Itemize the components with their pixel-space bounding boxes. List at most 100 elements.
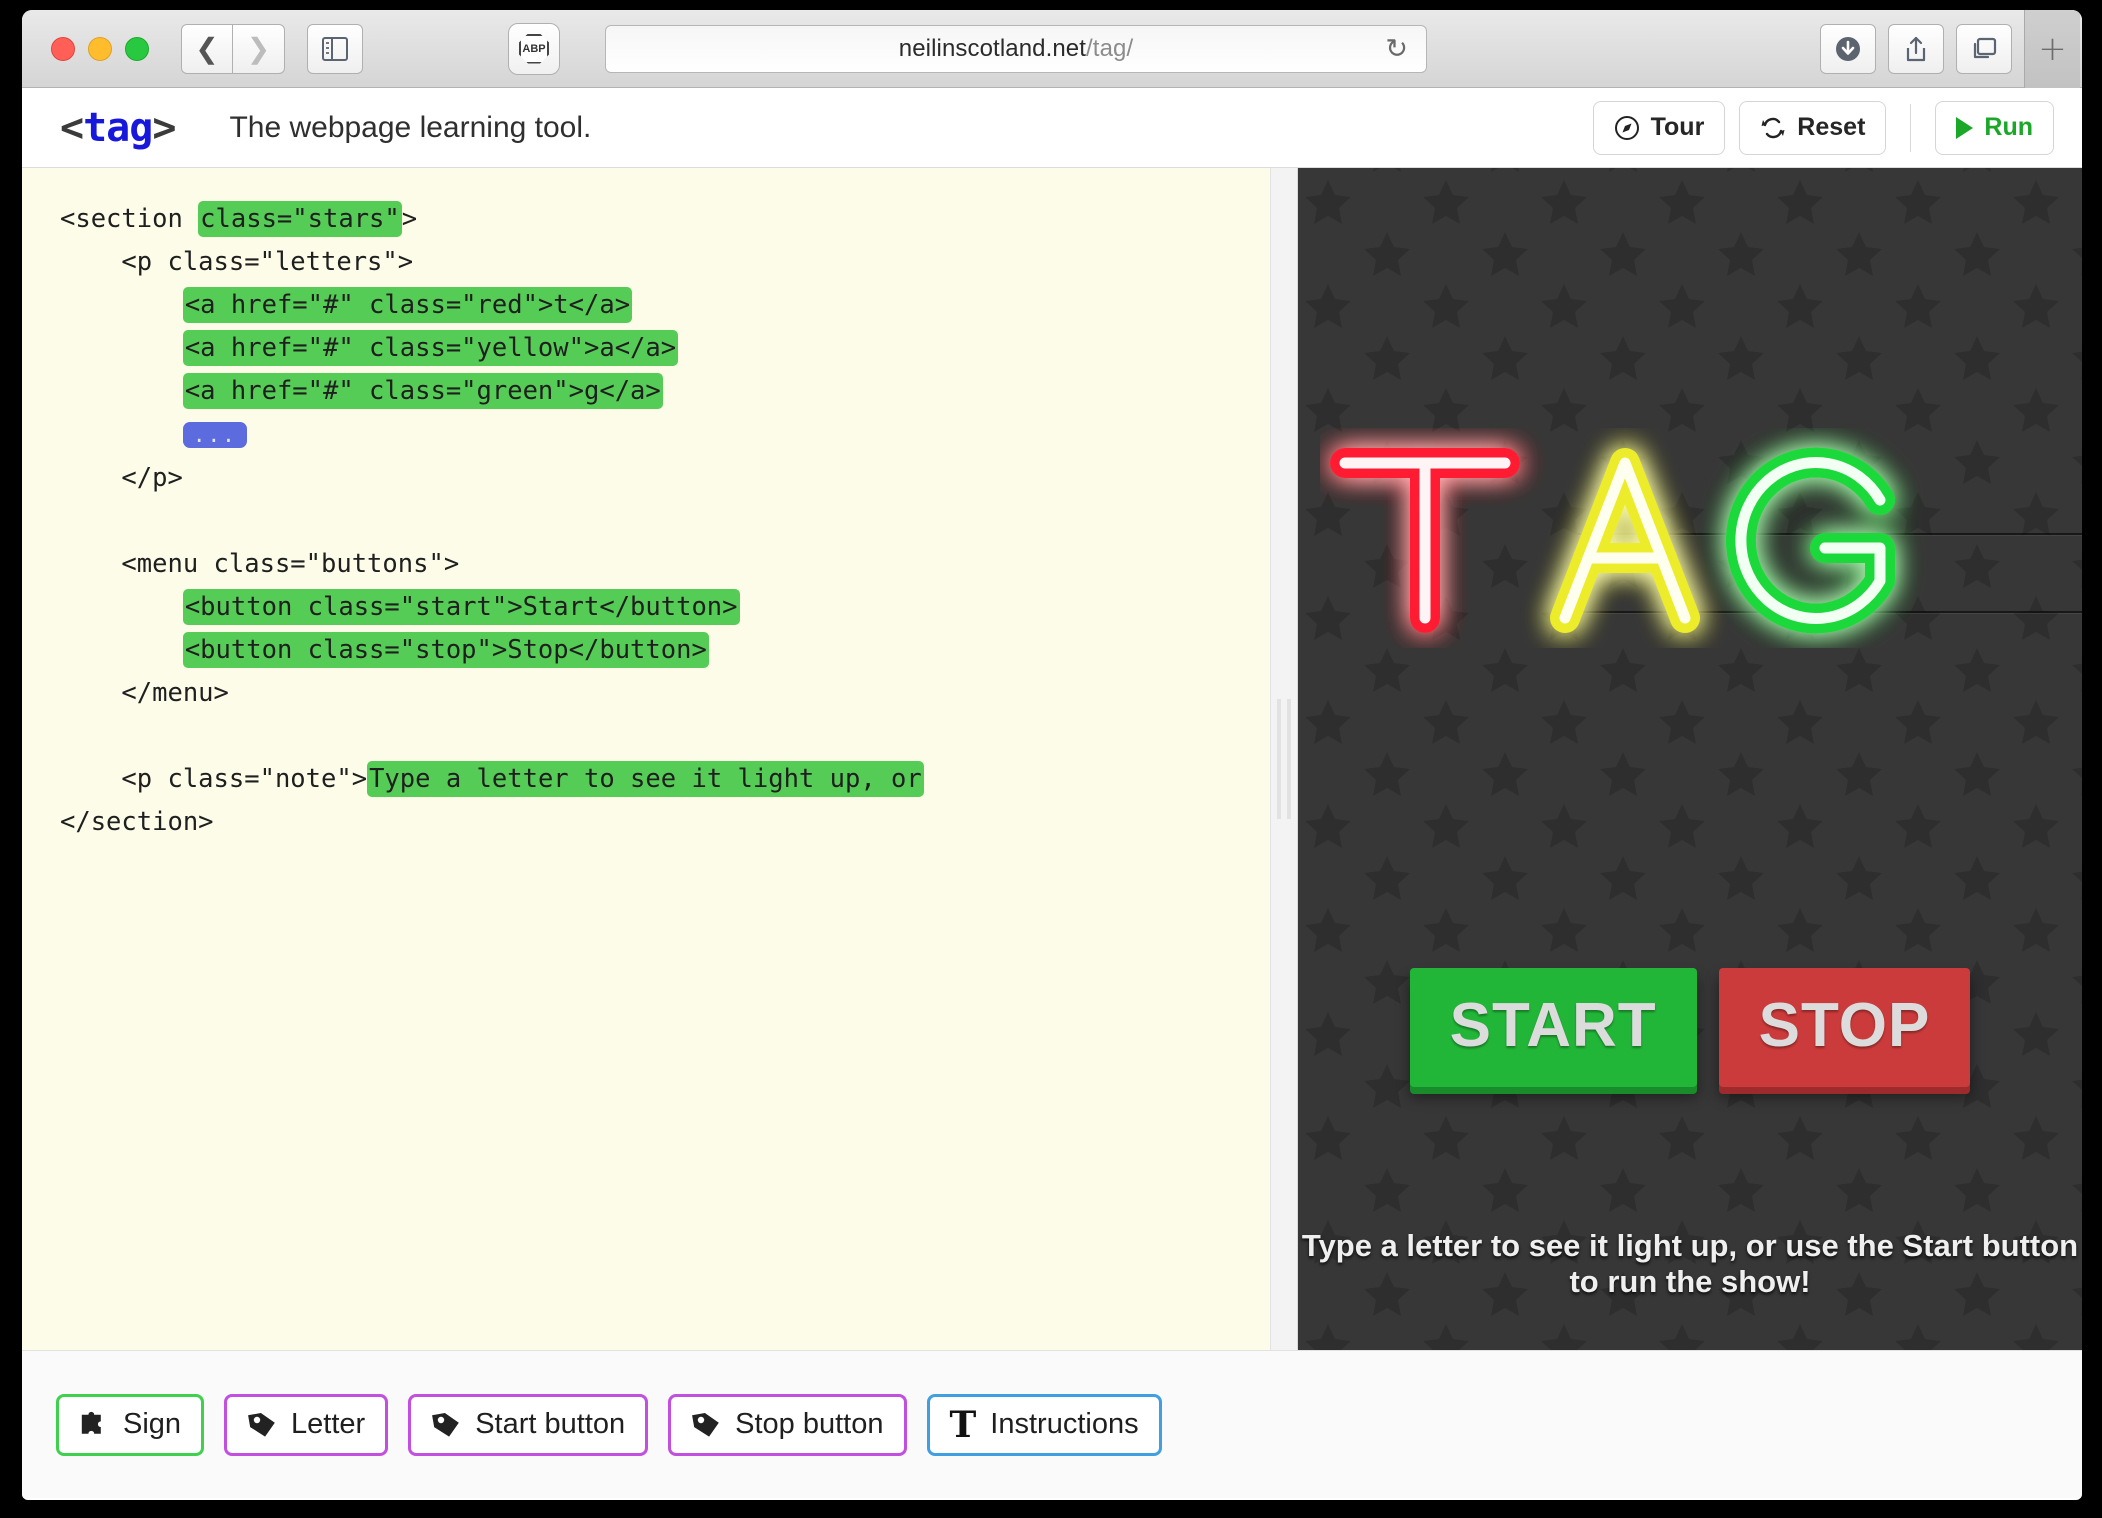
reload-icon[interactable]: ↻ <box>1385 33 1408 64</box>
puzzle-piece-icon <box>79 1410 109 1440</box>
refresh-icon <box>1760 115 1786 141</box>
text-type-icon: T <box>950 1407 977 1443</box>
tag-icon <box>691 1410 721 1440</box>
element-chip-start-button[interactable]: Start button <box>408 1394 648 1456</box>
stop-button[interactable]: STOP <box>1719 968 1971 1087</box>
collapsed-content-badge[interactable]: ... <box>183 422 247 448</box>
run-label: Run <box>1984 113 2033 142</box>
neon-letter-a <box>1565 463 1685 618</box>
element-chip-instructions[interactable]: T Instructions <box>927 1394 1162 1456</box>
header-actions: Tour Reset Run <box>1593 101 2054 155</box>
browser-titlebar: ❮ ❯ ABP neilinscotland.net/tag/ ↻ <box>22 10 2082 88</box>
window-controls <box>51 37 149 61</box>
code-highlight-token[interactable]: <a href="#" class="green">g</a> <box>183 373 663 409</box>
element-chip-label: Instructions <box>990 1408 1138 1441</box>
code-line[interactable]: <section class="stars"> <box>60 198 1270 241</box>
preview-button-row: START STOP <box>1298 968 2082 1087</box>
tag-icon <box>247 1410 277 1440</box>
panel-splitter[interactable] <box>1270 168 1298 1350</box>
element-chip-label: Start button <box>475 1408 625 1441</box>
close-window-button[interactable] <box>51 37 75 61</box>
new-tab-button[interactable]: + <box>2024 10 2080 88</box>
forward-button[interactable]: ❯ <box>233 24 285 74</box>
logo-name: tag <box>83 105 152 151</box>
sidebar-toggle-button[interactable] <box>307 24 363 74</box>
tab-overview-icon <box>1970 36 1998 62</box>
logo-open-bracket: < <box>60 105 83 151</box>
element-chip-label: Stop button <box>735 1408 883 1441</box>
element-chip-sign[interactable]: Sign <box>56 1394 204 1456</box>
code-line[interactable]: <button class="stop">Stop</button> <box>60 629 1270 672</box>
workspace-split: <section class="stars"> <p class="letter… <box>22 168 2082 1350</box>
code-highlight-token[interactable]: <a href="#" class="red">t</a> <box>183 287 632 323</box>
code-text: <p class="note"> <box>121 764 367 794</box>
code-line[interactable]: <menu class="buttons"> <box>60 543 1270 586</box>
adblock-button[interactable]: ABP <box>508 23 560 75</box>
browser-right-tools: + <box>1820 10 2082 88</box>
code-editor[interactable]: <section class="stars"> <p class="letter… <box>22 168 1270 1350</box>
code-line[interactable]: <button class="start">Start</button> <box>60 586 1270 629</box>
splitter-grip <box>1277 699 1291 819</box>
code-line[interactable]: <a href="#" class="green">g</a> <box>60 370 1270 413</box>
downloads-button[interactable] <box>1820 24 1876 74</box>
code-text: > <box>402 204 417 234</box>
maximize-window-button[interactable] <box>125 37 149 61</box>
star-background <box>1298 168 2082 1350</box>
share-icon <box>1903 35 1929 63</box>
code-line[interactable] <box>60 715 1270 758</box>
app-tagline: The webpage learning tool. <box>229 111 591 145</box>
tour-button[interactable]: Tour <box>1593 101 1726 155</box>
element-chip-label: Sign <box>123 1408 181 1441</box>
element-chip-letter[interactable]: Letter <box>224 1394 388 1456</box>
tag-icon <box>431 1410 461 1440</box>
code-highlight-token[interactable]: <button class="stop">Stop</button> <box>183 632 709 668</box>
reset-button[interactable]: Reset <box>1739 101 1886 155</box>
code-highlight-token[interactable]: class="stars" <box>198 201 402 237</box>
app-logo[interactable]: <tag> <box>60 105 175 151</box>
code-highlight-token[interactable]: Type a letter to see it light up, or <box>367 761 924 797</box>
code-line[interactable]: <p class="note">Type a letter to see it … <box>60 758 1270 801</box>
code-highlight-token[interactable]: <a href="#" class="yellow">a</a> <box>183 330 678 366</box>
header-divider <box>1910 104 1911 152</box>
share-button[interactable] <box>1888 24 1944 74</box>
code-line[interactable]: </p> <box>60 457 1270 500</box>
code-line[interactable]: ... <box>60 413 1270 457</box>
code-text: <menu class="buttons"> <box>121 549 459 579</box>
back-button[interactable]: ❮ <box>181 24 233 74</box>
start-button[interactable]: START <box>1410 968 1697 1087</box>
browser-window: ❮ ❯ ABP neilinscotland.net/tag/ ↻ <box>22 10 2082 1500</box>
sidebar-toggle-icon <box>322 37 348 61</box>
chevron-right-icon: ❯ <box>247 35 270 63</box>
code-highlight-token[interactable]: <button class="start">Start</button> <box>183 589 740 625</box>
reset-label: Reset <box>1797 113 1865 142</box>
code-line[interactable]: </menu> <box>60 672 1270 715</box>
neon-letter-t <box>1345 463 1505 618</box>
code-line[interactable]: <a href="#" class="yellow">a</a> <box>60 327 1270 370</box>
url-path: /tag/ <box>1086 35 1133 62</box>
run-button[interactable]: Run <box>1935 101 2054 155</box>
element-chip-label: Letter <box>291 1408 365 1441</box>
code-text: </section> <box>60 807 214 837</box>
code-text: </p> <box>121 463 182 493</box>
navigation-buttons: ❮ ❯ <box>181 24 285 74</box>
adblock-icon: ABP <box>519 34 549 64</box>
neon-sign <box>1298 428 2082 658</box>
url-text: neilinscotland.net/tag/ <box>899 35 1133 63</box>
neon-letter-g <box>1741 463 1880 619</box>
preview-note: Type a letter to see it light up, or use… <box>1298 1228 2082 1300</box>
neon-tag-letters <box>1320 428 2060 648</box>
chevron-left-icon: ❮ <box>195 35 218 63</box>
code-line[interactable] <box>60 500 1270 543</box>
code-line[interactable]: </section> <box>60 801 1270 844</box>
code-text: <p class="letters"> <box>121 247 413 277</box>
url-domain: neilinscotland.net <box>899 35 1086 62</box>
code-text: <section <box>60 204 198 234</box>
element-chip-stop-button[interactable]: Stop button <box>668 1394 906 1456</box>
tab-overview-button[interactable] <box>1956 24 2012 74</box>
code-line[interactable]: <a href="#" class="red">t</a> <box>60 284 1270 327</box>
compass-icon <box>1614 115 1640 141</box>
minimize-window-button[interactable] <box>88 37 112 61</box>
code-line[interactable]: <p class="letters"> <box>60 241 1270 284</box>
tour-label: Tour <box>1651 113 1705 142</box>
address-bar[interactable]: neilinscotland.net/tag/ ↻ <box>605 25 1427 73</box>
